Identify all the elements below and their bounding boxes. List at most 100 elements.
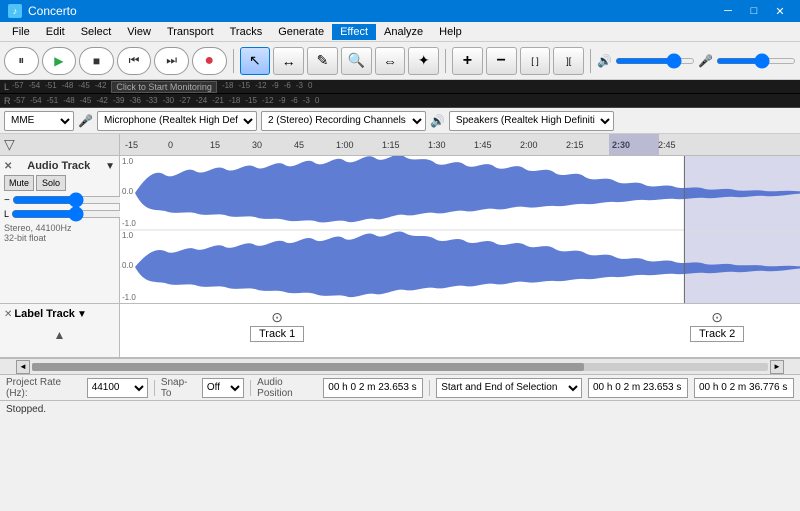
zoom-fit-button[interactable]: [ ] — [520, 47, 551, 75]
ruler-svg: -15 0 15 30 45 1:00 1:15 1:30 1:45 2:00 … — [120, 134, 800, 155]
multitool-button[interactable]: ✦ — [408, 47, 439, 75]
audio-host-select[interactable]: MME — [4, 111, 74, 131]
timeshift-tool-button[interactable]: ⇔ — [375, 47, 406, 75]
gain-row: − + — [4, 193, 115, 207]
selection-tool-button[interactable]: ↖ — [240, 47, 271, 75]
meter-labels-row2: -57-54-51-48-45-42-39-36-33-30-27-24-21-… — [14, 96, 797, 105]
menu-bar: File Edit Select View Transport Tracks G… — [0, 22, 800, 42]
label-text-2[interactable]: Track 2 — [690, 326, 744, 342]
audio-track-close[interactable]: ✕ — [4, 161, 12, 172]
audio-position-label: Audio Position — [257, 377, 317, 399]
meter-labels-row1: -57-54-51-48-45-42 Click to Start Monito… — [12, 81, 796, 93]
forward-button[interactable]: ⏭ — [154, 47, 189, 75]
selection-end-value[interactable]: 00 h 0 2 m 36.776 s — [694, 378, 794, 398]
svg-text:2:15: 2:15 — [566, 140, 584, 150]
menu-generate[interactable]: Generate — [270, 24, 332, 40]
menu-transport[interactable]: Transport — [159, 24, 222, 40]
record-volume-slider[interactable] — [716, 58, 796, 64]
zoom-in-button[interactable]: + — [452, 47, 483, 75]
play-button[interactable]: ▶ — [42, 47, 77, 75]
solo-button[interactable]: Solo — [36, 175, 66, 191]
snap-to-select[interactable]: Off — [202, 378, 244, 398]
speaker-device-icon: 🔊 — [430, 114, 445, 128]
record-button[interactable]: ● — [192, 47, 227, 75]
label-track-expand-button[interactable]: ▲ — [54, 328, 66, 342]
mic-icon: 🎤 — [698, 54, 713, 68]
draw-tool-button[interactable]: ✎ — [307, 47, 338, 75]
audio-track-row: ✕ Audio Track ▼ Mute Solo − + L R Stereo… — [0, 156, 800, 304]
ruler-area[interactable]: -15 0 15 30 45 1:00 1:15 1:30 1:45 2:00 … — [120, 134, 800, 155]
status-sep1 — [154, 380, 155, 396]
bottom-status-bar: Stopped. — [0, 400, 800, 418]
label-track-name-row: ✕ Label Track ▼ — [4, 308, 115, 320]
audio-waveform-area[interactable]: 1.0 0.0 -1.0 1.0 0.0 -1.0 — [120, 156, 800, 303]
zoom-out-button[interactable]: − — [486, 47, 517, 75]
project-rate-select[interactable]: 44100 — [87, 378, 148, 398]
menu-file[interactable]: File — [4, 24, 38, 40]
label-track-close[interactable]: ✕ — [4, 309, 12, 320]
menu-select[interactable]: Select — [73, 24, 120, 40]
audio-track-dropdown[interactable]: ▼ — [105, 161, 115, 172]
play-head-icon: ▽ — [4, 136, 15, 153]
svg-text:0.0: 0.0 — [122, 187, 134, 196]
channels-select[interactable]: 2 (Stereo) Recording Channels — [261, 111, 426, 131]
svg-text:-1.0: -1.0 — [122, 293, 136, 302]
speakers-select[interactable]: Speakers (Realtek High Definiti — [449, 111, 614, 131]
label-track-arrow-container: ▲ — [4, 328, 115, 342]
scroll-left-button[interactable]: ◄ — [16, 360, 30, 374]
pause-button[interactable]: ⏸ — [4, 47, 39, 75]
audio-position-value[interactable]: 00 h 0 2 m 23.653 s — [323, 378, 423, 398]
maximize-button[interactable]: □ — [742, 3, 766, 19]
speaker-icon: 🔊 — [597, 54, 612, 68]
level-meter-row2: R -57-54-51-48-45-42-39-36-33-30-27-24-2… — [0, 94, 800, 108]
meter-L-label: L — [4, 82, 9, 92]
label-track-controls: ✕ Label Track ▼ ▲ — [0, 304, 120, 357]
menu-help[interactable]: Help — [431, 24, 470, 40]
label-track1[interactable]: ⊙ Track 1 — [250, 309, 304, 342]
menu-tracks[interactable]: Tracks — [222, 24, 271, 40]
horizontal-scrollbar[interactable]: ◄ ► — [0, 358, 800, 374]
separator-2 — [445, 49, 446, 73]
snap-to-label: Snap-To — [161, 377, 196, 399]
label-area[interactable]: ⊙ Track 1 ⊙ Track 2 — [120, 304, 800, 357]
svg-text:-1.0: -1.0 — [122, 219, 136, 228]
status-sep2 — [250, 380, 251, 396]
pan-L-label: L — [4, 209, 9, 219]
close-button[interactable]: ✕ — [768, 3, 792, 19]
label-track-dropdown[interactable]: ▼ — [77, 309, 87, 320]
label-text-1[interactable]: Track 1 — [250, 326, 304, 342]
menu-edit[interactable]: Edit — [38, 24, 73, 40]
rewind-button[interactable]: ⏮ — [117, 47, 152, 75]
start-monitoring-button[interactable]: Click to Start Monitoring — [111, 81, 217, 93]
menu-view[interactable]: View — [119, 24, 159, 40]
microphone-select[interactable]: Microphone (Realtek High Defini — [97, 111, 257, 131]
svg-text:1:15: 1:15 — [382, 140, 400, 150]
zoom-sel-button[interactable]: ][ — [553, 47, 584, 75]
label-track-label: Label Track — [14, 308, 75, 320]
stop-button[interactable]: ■ — [79, 47, 114, 75]
track-info: Stereo, 44100Hz 32-bit float — [4, 223, 115, 243]
separator-3 — [590, 49, 591, 73]
playback-volume-slider[interactable] — [615, 58, 695, 64]
window-controls: ─ □ ✕ — [716, 3, 792, 19]
selection-type-select[interactable]: Start and End of Selection — [436, 378, 582, 398]
stopped-status: Stopped. — [6, 404, 46, 415]
label-track2[interactable]: ⊙ Track 2 — [690, 309, 744, 342]
svg-text:2:00: 2:00 — [520, 140, 538, 150]
envelope-tool-button[interactable]: ↔ — [273, 47, 304, 75]
scroll-thumb[interactable] — [32, 363, 584, 371]
menu-analyze[interactable]: Analyze — [376, 24, 431, 40]
label-pin-1: ⊙ — [271, 309, 283, 326]
separator-1 — [233, 49, 234, 73]
timeline-ruler: ▽ -15 0 15 30 45 1:00 1:15 1:30 1:45 2:0… — [0, 134, 800, 156]
zoom-tool-button[interactable]: 🔍 — [341, 47, 372, 75]
minimize-button[interactable]: ─ — [716, 3, 740, 19]
label-track-row: ✕ Label Track ▼ ▲ ⊙ Track 1 ⊙ Track 2 — [0, 304, 800, 358]
menu-effect[interactable]: Effect — [332, 24, 376, 40]
scroll-track[interactable] — [32, 363, 768, 371]
scroll-right-button[interactable]: ► — [770, 360, 784, 374]
selection-start-value[interactable]: 00 h 0 2 m 23.653 s — [588, 378, 688, 398]
svg-text:1:00: 1:00 — [336, 140, 354, 150]
svg-text:15: 15 — [210, 140, 220, 150]
mute-button[interactable]: Mute — [4, 175, 34, 191]
